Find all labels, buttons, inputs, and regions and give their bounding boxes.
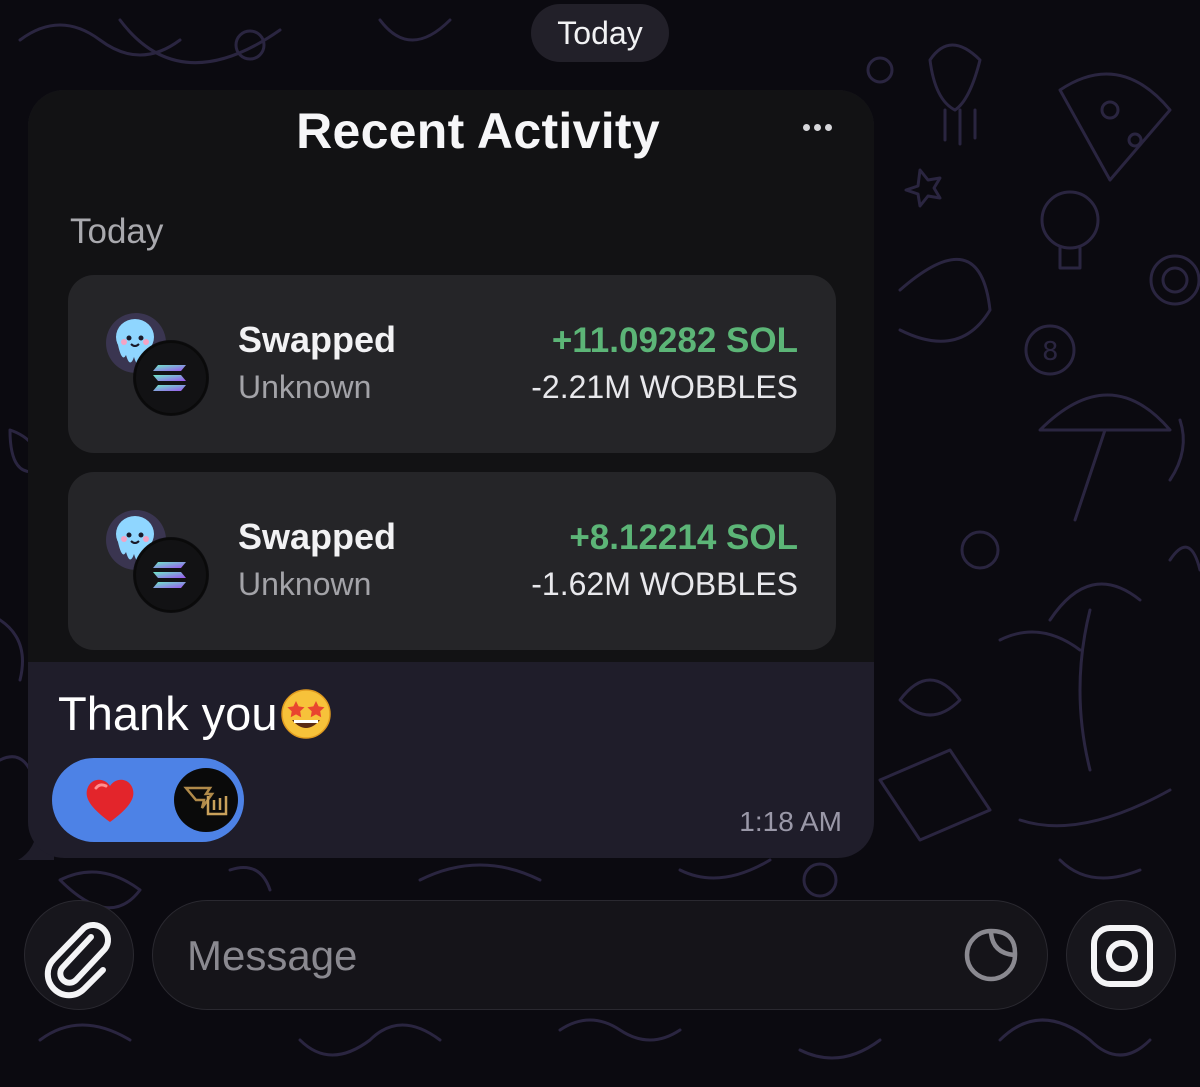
amount-received: +11.09282 SOL <box>551 321 798 360</box>
amount-sent: -1.62M WOBBLES <box>531 566 798 602</box>
sticker-icon[interactable] <box>961 925 1021 985</box>
message-timestamp: 1:18 AM <box>739 806 842 837</box>
transaction-row[interactable]: Swapped Unknown +8.12214 SOL -1.62M WOBB… <box>68 472 836 650</box>
token-swap-avatar-icon <box>106 313 209 416</box>
camera-icon <box>1091 925 1153 987</box>
recent-activity-card: Recent Activity Today Swapped Unknown +1… <box>28 90 874 662</box>
paperclip-icon <box>44 922 111 999</box>
camera-button[interactable] <box>1066 900 1176 1010</box>
transaction-subtitle: Unknown <box>238 566 372 602</box>
amount-sent: -2.21M WOBBLES <box>531 369 798 405</box>
attach-button[interactable] <box>24 900 134 1010</box>
message-text: Thank you <box>58 686 333 741</box>
amount-received: +8.12214 SOL <box>569 518 798 557</box>
transaction-row[interactable]: Swapped Unknown +11.09282 SOL -2.21M WOB… <box>68 275 836 453</box>
incoming-message-bubble[interactable]: Recent Activity Today Swapped Unknown +1… <box>28 90 874 858</box>
section-label: Today <box>70 212 164 251</box>
reaction-pill[interactable] <box>52 758 244 842</box>
token-swap-avatar-icon <box>106 510 209 613</box>
svg-text:8: 8 <box>1042 337 1059 367</box>
reactor-avatar <box>174 768 238 832</box>
card-title: Recent Activity <box>296 103 660 159</box>
date-separator: Today <box>531 4 669 62</box>
reactor-logo-icon <box>183 786 228 816</box>
transaction-title: Swapped <box>238 319 397 360</box>
heart-icon <box>86 779 134 822</box>
star-struck-emoji-icon <box>281 688 332 739</box>
message-text-body: Thank you <box>58 687 278 740</box>
message-input[interactable] <box>187 921 947 991</box>
transaction-subtitle: Unknown <box>238 369 372 405</box>
message-composer[interactable] <box>152 900 1048 1010</box>
transaction-title: Swapped <box>238 516 397 557</box>
more-options-icon[interactable] <box>794 112 840 142</box>
